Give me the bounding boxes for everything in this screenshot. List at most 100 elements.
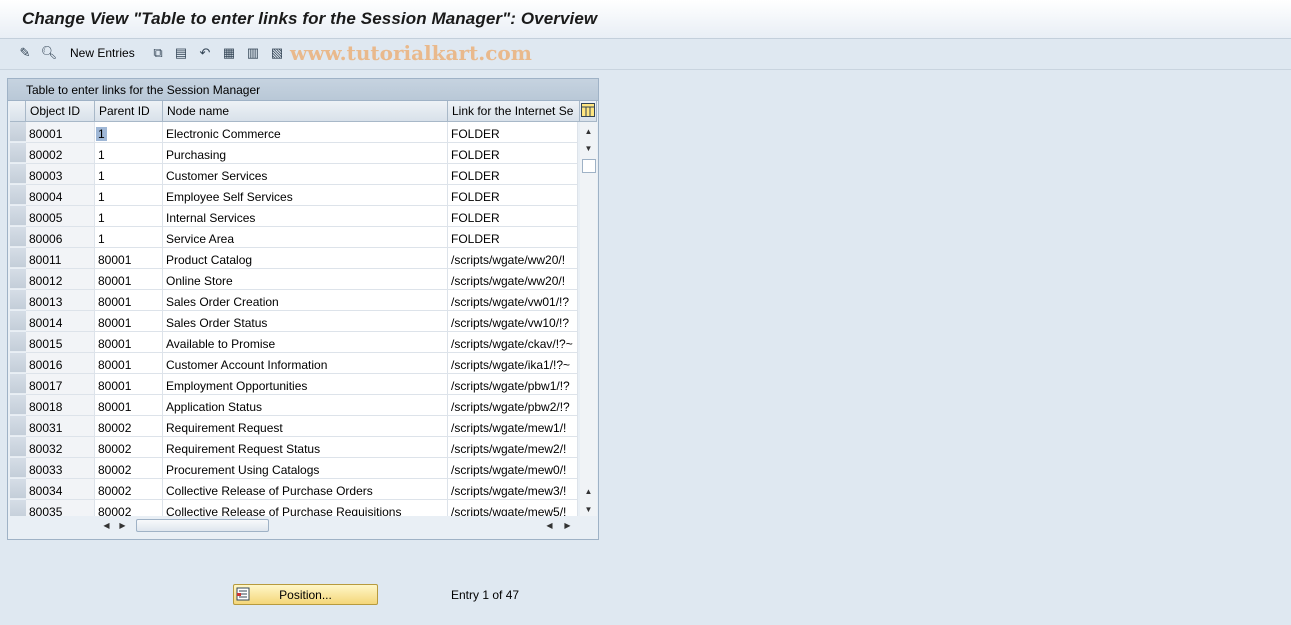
cell-object-id[interactable]: 80003 (26, 164, 95, 185)
row-selector[interactable] (10, 311, 26, 331)
table-row[interactable]: 80031 80002 Requirement Request/scripts/wg… (10, 416, 580, 437)
cell-object-id[interactable]: 80031 (26, 416, 95, 437)
row-selector[interactable] (10, 437, 26, 457)
cell-node-name[interactable]: Purchasing (163, 143, 448, 164)
cell-node-name[interactable]: Customer Services (163, 164, 448, 185)
cell-link[interactable]: FOLDER (448, 206, 578, 227)
cell-link[interactable]: /scripts/wgate/pbw2/!? (448, 395, 578, 416)
cell-node-name[interactable]: Employee Self Services (163, 185, 448, 206)
table-row[interactable]: 80032 80002 Requirement Request Status/scr… (10, 437, 580, 458)
cell-node-name[interactable]: Service Area (163, 227, 448, 248)
cell-object-id[interactable]: 80006 (26, 227, 95, 248)
cell-object-id[interactable]: 80005 (26, 206, 95, 227)
cell-parent-id[interactable]: 80002 (95, 437, 163, 458)
cell-parent-id[interactable]: 80001 (95, 311, 163, 332)
scroll-left-icon[interactable]: ◀ (98, 518, 115, 532)
cell-object-id[interactable]: 80033 (26, 458, 95, 479)
cell-link[interactable]: FOLDER (448, 143, 578, 164)
row-selector[interactable] (10, 143, 26, 163)
cell-link[interactable]: /scripts/wgate/mew1/! (448, 416, 578, 437)
table-row[interactable]: 80015 80001 Available to Promise/scripts/w… (10, 332, 580, 353)
table-row[interactable]: 80003 1 Customer Services FOLDER (10, 164, 580, 185)
cell-link[interactable]: FOLDER (448, 185, 578, 206)
scroll-left-end-icon[interactable]: ◀ (541, 518, 558, 532)
cell-parent-id[interactable]: 80001 (95, 290, 163, 311)
row-selector[interactable] (10, 269, 26, 289)
cell-parent-id[interactable]: 1 (95, 122, 163, 143)
row-selector[interactable] (10, 122, 26, 142)
scroll-up-icon[interactable]: ▲ (580, 124, 597, 138)
row-selector[interactable] (10, 332, 26, 352)
cell-node-name[interactable]: Customer Account Information (163, 353, 448, 374)
row-selector[interactable] (10, 290, 26, 310)
cell-node-name[interactable]: Application Status (163, 395, 448, 416)
cell-object-id[interactable]: 80013 (26, 290, 95, 311)
table-row[interactable]: 80001 1 Electronic Commerce FOLDER (10, 122, 580, 143)
cell-node-name[interactable]: Available to Promise (163, 332, 448, 353)
table-row[interactable]: 80004 1 Employee Self Services FOLDER (10, 185, 580, 206)
cell-parent-id[interactable]: 80001 (95, 269, 163, 290)
cell-link[interactable]: FOLDER (448, 164, 578, 185)
table-row[interactable]: 80017 80001 Employment Opportunities/scrip… (10, 374, 580, 395)
vertical-scrollbar[interactable]: ▲ ▼ ▲ ▼ (580, 122, 597, 516)
cell-parent-id[interactable]: 1 (95, 164, 163, 185)
row-selector[interactable] (10, 374, 26, 394)
cell-object-id[interactable]: 80017 (26, 374, 95, 395)
column-header-link[interactable]: Link for the Internet Se (448, 101, 580, 122)
row-selector[interactable] (10, 185, 26, 205)
cell-object-id[interactable]: 80015 (26, 332, 95, 353)
column-header-parent-id[interactable]: Parent ID (95, 101, 163, 122)
cell-link[interactable]: /scripts/wgate/ww20/! (448, 269, 578, 290)
cell-parent-id[interactable]: 1 (95, 206, 163, 227)
horizontal-scrollbar[interactable]: ◀ ▶ ◀ ▶ (10, 516, 597, 533)
new-entries-button[interactable]: New Entries (70, 46, 135, 60)
cell-object-id[interactable]: 80004 (26, 185, 95, 206)
table-row[interactable]: 80016 80001 Customer Account Information/s… (10, 353, 580, 374)
horizontal-scroll-thumb[interactable] (136, 519, 269, 532)
find-icon[interactable]: 🔍︎ (40, 44, 58, 62)
cell-object-id[interactable]: 80016 (26, 353, 95, 374)
table-row[interactable]: 80033 80002 Procurement Using Catalogs/scr… (10, 458, 580, 479)
table-row[interactable]: 80014 80001 Sales Order Status/scripts/wga… (10, 311, 580, 332)
cell-link[interactable]: /scripts/wgate/mew2/! (448, 437, 578, 458)
cell-link[interactable]: /scripts/wgate/ika1/!?~ (448, 353, 578, 374)
cell-parent-id[interactable]: 1 (95, 185, 163, 206)
scroll-down-icon[interactable]: ▼ (580, 141, 597, 155)
select-block-icon[interactable]: ▥ (244, 44, 262, 62)
scroll-page-down-icon[interactable]: ▼ (580, 502, 597, 516)
cell-parent-id[interactable]: 1 (95, 143, 163, 164)
row-selector[interactable] (10, 479, 26, 499)
cell-node-name[interactable]: Collective Release of Purchase Orders (163, 479, 448, 500)
table-row[interactable]: 80013 80001 Sales Order Creation/scripts/w… (10, 290, 580, 311)
cell-node-name[interactable]: Procurement Using Catalogs (163, 458, 448, 479)
cell-parent-id[interactable]: 80001 (95, 353, 163, 374)
row-selector[interactable] (10, 395, 26, 415)
undo-icon[interactable]: ↶ (196, 44, 214, 62)
delete-icon[interactable]: ▤ (172, 44, 190, 62)
table-row[interactable]: 80018 80001 Application Status/scripts/wga… (10, 395, 580, 416)
cell-parent-id[interactable]: 80001 (95, 332, 163, 353)
row-selector[interactable] (10, 248, 26, 268)
row-selector[interactable] (10, 227, 26, 247)
cell-parent-id[interactable]: 1 (95, 227, 163, 248)
cell-node-name[interactable]: Sales Order Status (163, 311, 448, 332)
display-change-icon[interactable]: ✎ (16, 44, 34, 62)
scroll-right-end-icon[interactable]: ▶ (559, 518, 576, 532)
cell-parent-id[interactable]: 80002 (95, 479, 163, 500)
table-row[interactable]: 80002 1 Purchasing FOLDER (10, 143, 580, 164)
row-selector[interactable] (10, 458, 26, 478)
row-selector[interactable] (10, 206, 26, 226)
cell-link[interactable]: /scripts/wgate/vw01/!? (448, 290, 578, 311)
select-all-rows-header[interactable] (10, 101, 26, 122)
column-header-object-id[interactable]: Object ID (26, 101, 95, 122)
scroll-page-up-icon[interactable]: ▲ (580, 484, 597, 498)
cell-node-name[interactable]: Employment Opportunities (163, 374, 448, 395)
column-config-icon[interactable] (580, 101, 597, 122)
cell-link[interactable]: FOLDER (448, 227, 578, 248)
deselect-all-icon[interactable]: ▧ (268, 44, 286, 62)
cell-link[interactable]: /scripts/wgate/mew3/! (448, 479, 578, 500)
cell-link[interactable]: /scripts/wgate/vw10/!? (448, 311, 578, 332)
cell-object-id[interactable]: 80032 (26, 437, 95, 458)
cell-object-id[interactable]: 80018 (26, 395, 95, 416)
table-row[interactable]: 80034 80002 Collective Release of Purchase… (10, 479, 580, 500)
